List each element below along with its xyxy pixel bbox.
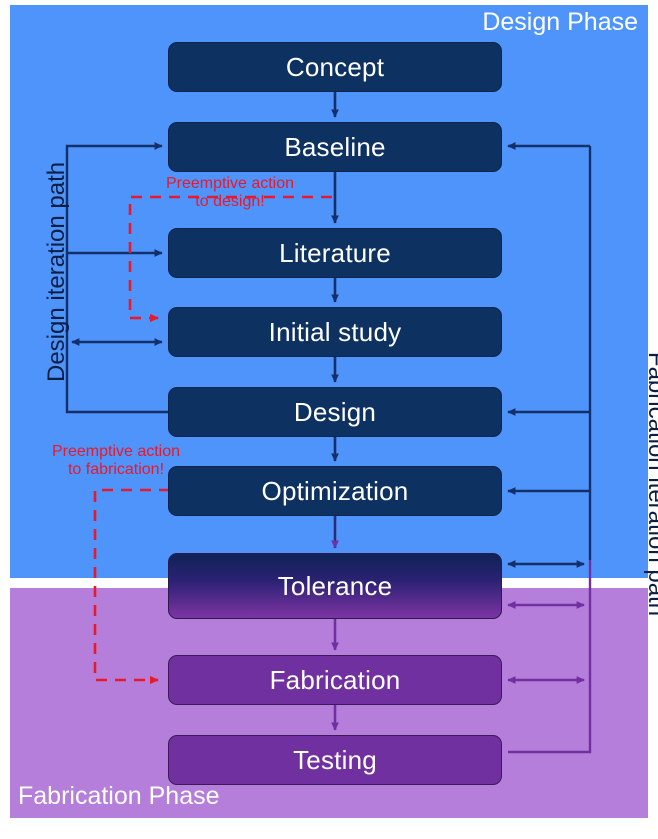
preemptive-action-to-design-label: Preemptive action to design! [126,175,334,212]
preemptive-design-line1: Preemptive action [165,175,295,192]
node-optimization[interactable]: Optimization [168,466,502,516]
fabrication-iteration-loop [507,142,592,754]
node-testing-label: Testing [293,744,377,775]
node-design-label: Design [293,396,377,427]
fabrication-phase-label: Fabrication Phase [18,782,220,810]
node-optimization-label: Optimization [261,475,409,506]
node-concept[interactable]: Concept [168,42,502,92]
preemptive-action-to-fabrication-arrow [93,488,170,685]
design-phase-label: Design Phase [482,8,638,36]
node-tolerance-label: Tolerance [277,570,393,601]
node-testing[interactable]: Testing [168,735,502,785]
node-initial-study[interactable]: Initial study [168,307,502,357]
node-concept-label: Concept [285,51,385,82]
node-baseline[interactable]: Baseline [168,122,502,172]
preemptive-fabrication-line1: Preemptive action [51,443,181,460]
node-fabrication-label: Fabrication [269,664,401,695]
node-baseline-label: Baseline [284,131,386,162]
design-iteration-path-label: Design iteration path [43,161,70,382]
node-tolerance[interactable]: Tolerance [168,553,502,619]
fabrication-iteration-path-label: Fabrication iteration path [643,351,658,617]
flowchart-canvas: Design Phase Fabrication Phase Design it… [0,0,658,839]
node-fabrication[interactable]: Fabrication [168,655,502,705]
node-literature-label: Literature [279,237,391,268]
node-initial-study-label: Initial study [268,316,402,347]
preemptive-design-line2: to design! [195,193,265,211]
node-literature[interactable]: Literature [168,228,502,278]
node-design[interactable]: Design [168,387,502,437]
